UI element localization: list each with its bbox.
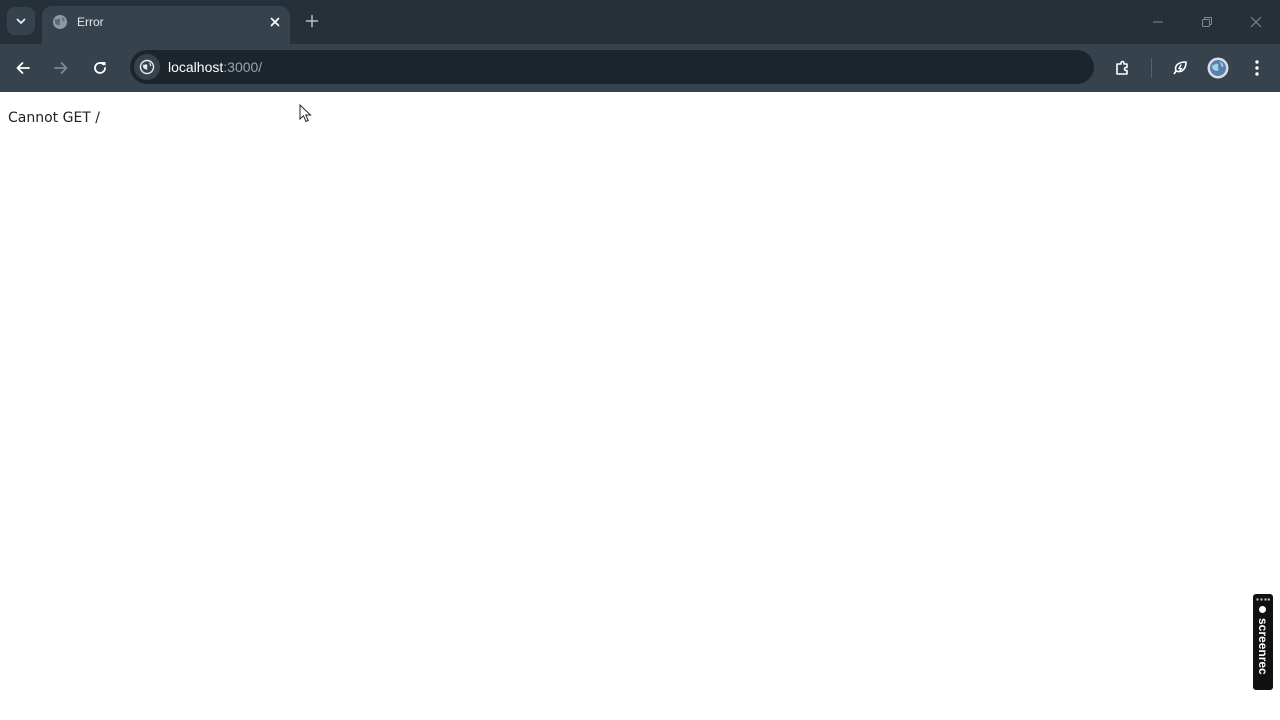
tab-search-button[interactable] — [7, 7, 35, 35]
profile-avatar-button[interactable] — [1204, 54, 1232, 82]
screen-recorder-watermark: screenrec — [1253, 594, 1273, 690]
restore-button[interactable] — [1195, 10, 1219, 34]
minimize-icon — [1153, 21, 1163, 23]
arrow-right-icon — [54, 62, 68, 74]
puzzle-icon — [1116, 60, 1128, 75]
arrow-left-icon — [16, 62, 30, 74]
restore-icon — [1202, 17, 1212, 27]
browser-toolbar: localhost:3000/ — [0, 44, 1280, 92]
watermark-label: screenrec — [1256, 618, 1270, 675]
extensions-button[interactable] — [1109, 54, 1137, 82]
globe-icon — [139, 59, 155, 75]
more-vertical-icon — [1255, 60, 1259, 76]
mouse-cursor-icon — [299, 104, 312, 123]
close-icon — [270, 17, 280, 27]
avatar-icon — [1207, 57, 1229, 79]
reload-icon — [94, 62, 106, 74]
window-close-button[interactable] — [1244, 10, 1268, 34]
close-icon — [1250, 16, 1262, 28]
tab-close-button[interactable] — [266, 13, 284, 31]
page-content: Cannot GET / — [0, 92, 1280, 720]
minimize-button[interactable] — [1146, 10, 1170, 34]
tab-title: Error — [77, 15, 104, 29]
forward-button[interactable] — [47, 54, 75, 82]
error-message: Cannot GET / — [8, 110, 101, 126]
back-button[interactable] — [9, 54, 37, 82]
menu-button[interactable] — [1243, 54, 1271, 82]
tab-active[interactable]: Error — [42, 6, 290, 44]
address-bar[interactable]: localhost:3000/ — [130, 50, 1094, 84]
recorder-dots-icon — [1256, 598, 1270, 601]
plus-icon — [305, 14, 319, 28]
chevron-down-icon — [16, 18, 26, 24]
record-dot-icon — [1259, 606, 1266, 613]
leaf-bolt-icon — [1173, 61, 1187, 75]
new-tab-button[interactable] — [302, 11, 322, 31]
url-host: localhost — [168, 59, 224, 75]
reload-button[interactable] — [86, 54, 114, 82]
toolbar-divider — [1151, 58, 1152, 78]
title-bar: Error — [0, 0, 1280, 44]
globe-icon — [53, 15, 67, 29]
performance-button[interactable] — [1166, 54, 1194, 82]
site-info-button[interactable] — [134, 54, 160, 80]
url-text[interactable]: localhost:3000/ — [168, 59, 262, 75]
url-path: :3000/ — [223, 59, 263, 75]
